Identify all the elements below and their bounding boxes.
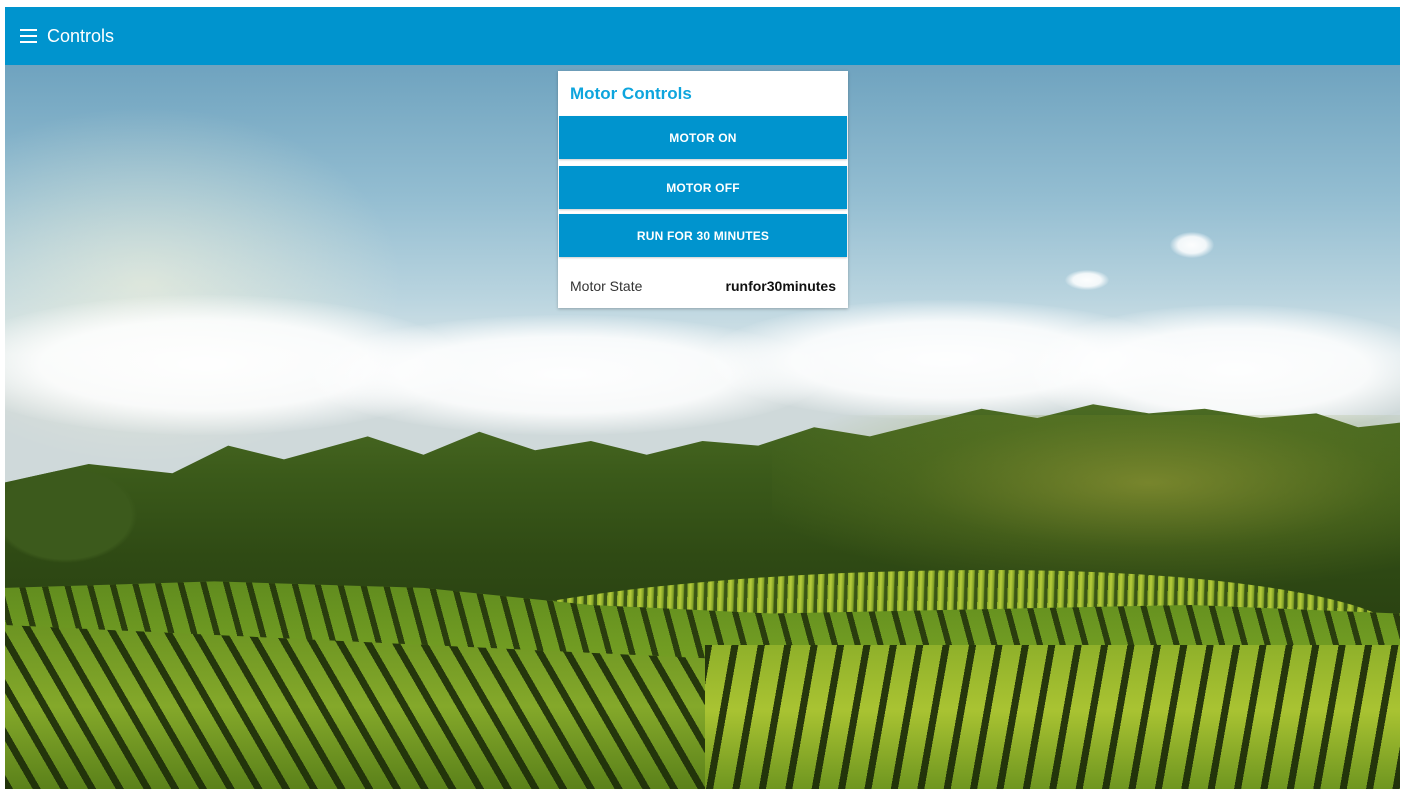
motor-state-value: runfor30minutes [725,278,836,294]
vineyard-rows-right [705,645,1400,789]
motor-off-button[interactable]: MOTOR OFF [559,166,847,209]
forest-sunlight [772,415,1400,585]
top-app-bar: Controls [5,7,1400,65]
motor-state-label: Motor State [570,278,643,294]
motor-controls-card: Motor Controls MOTOR ON MOTOR OFF RUN FO… [558,71,848,308]
card-title: Motor Controls [570,84,692,103]
app-frame: Controls Motor Controls MOTOR ON MOTOR O… [5,7,1400,789]
run-30-minutes-button[interactable]: RUN FOR 30 MINUTES [559,214,847,257]
cloud [1065,270,1109,290]
motor-state-row: Motor State runfor30minutes [570,278,836,294]
page-title: Controls [47,25,115,46]
motor-on-button[interactable]: MOTOR ON [559,116,847,159]
hamburger-menu-icon[interactable] [20,29,37,43]
cloud [1170,232,1214,258]
